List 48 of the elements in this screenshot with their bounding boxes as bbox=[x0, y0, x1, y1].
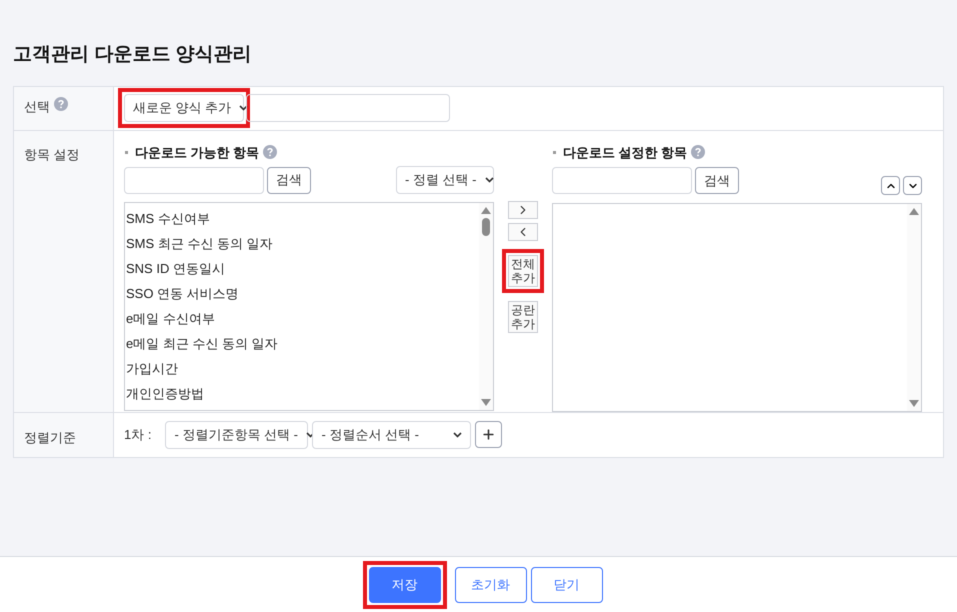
transfer-button[interactable]: 공란 추가 bbox=[508, 300, 538, 332]
plus-icon bbox=[481, 427, 496, 442]
footer-button[interactable]: 저장 bbox=[368, 566, 440, 602]
bullet-icon bbox=[125, 150, 128, 154]
list-item[interactable]: 가입시간 bbox=[125, 356, 479, 381]
bullet-icon bbox=[553, 150, 556, 154]
help-icon[interactable] bbox=[691, 145, 706, 160]
dropdown[interactable]: - 정렬순서 선택 - bbox=[312, 420, 472, 448]
scroll-up-icon[interactable] bbox=[481, 207, 491, 214]
help-icon[interactable] bbox=[263, 145, 278, 160]
section-heading: 다운로드 가능한 항목 bbox=[135, 144, 260, 162]
footer-button[interactable]: 닫기 bbox=[530, 566, 602, 602]
section-heading: 다운로드 설정한 항목 bbox=[563, 144, 688, 162]
move-left-button[interactable] bbox=[508, 222, 538, 240]
scrollbar[interactable] bbox=[907, 204, 921, 410]
chevron-down-icon bbox=[484, 177, 494, 183]
list-item[interactable]: SSO 연동 서비스명 bbox=[125, 281, 479, 306]
list-item[interactable]: 개인인증방법 bbox=[125, 381, 479, 406]
chevron-down-icon bbox=[239, 105, 248, 111]
scroll-thumb[interactable] bbox=[482, 218, 490, 236]
help-icon[interactable] bbox=[54, 96, 68, 110]
search-field[interactable] bbox=[124, 166, 264, 194]
move-up-button[interactable] bbox=[881, 176, 900, 195]
dropdown[interactable]: - 정렬 선택 - bbox=[396, 166, 494, 194]
add-button[interactable] bbox=[475, 421, 502, 448]
order-label: 1차 : bbox=[124, 426, 152, 444]
transfer-button[interactable]: 전체 추가 bbox=[508, 254, 538, 286]
search-field[interactable] bbox=[552, 167, 692, 194]
scroll-down-icon[interactable] bbox=[909, 400, 919, 406]
list-item[interactable]: SNS ID 연동일시 bbox=[125, 256, 479, 281]
search-button[interactable]: 검색 bbox=[695, 167, 739, 194]
move-down-button[interactable] bbox=[903, 176, 922, 195]
search-button[interactable]: 검색 bbox=[267, 166, 311, 194]
row-label: 선택 bbox=[24, 98, 50, 116]
chevron-down-icon bbox=[453, 432, 462, 438]
list-item[interactable]: SMS 최근 수신 동의 일자 bbox=[125, 231, 479, 256]
scroll-up-icon[interactable] bbox=[909, 208, 919, 215]
list-item[interactable]: e메일 수신여부 bbox=[125, 306, 479, 331]
scrollbar[interactable] bbox=[479, 203, 493, 410]
list-item[interactable]: SMS 수신여부 bbox=[125, 206, 479, 231]
row-label: 정렬기준 bbox=[24, 430, 76, 444]
move-right-button[interactable] bbox=[508, 200, 538, 218]
row-label: 항목 설정 bbox=[24, 146, 80, 162]
list-item[interactable]: e메일 최근 수신 동의 일자 bbox=[125, 331, 479, 356]
template-name-field[interactable] bbox=[246, 94, 450, 122]
scroll-down-icon[interactable] bbox=[481, 399, 491, 406]
page-title: 고객관리 다운로드 양식관리 bbox=[13, 43, 252, 67]
footer-button[interactable]: 초기화 bbox=[454, 566, 526, 602]
